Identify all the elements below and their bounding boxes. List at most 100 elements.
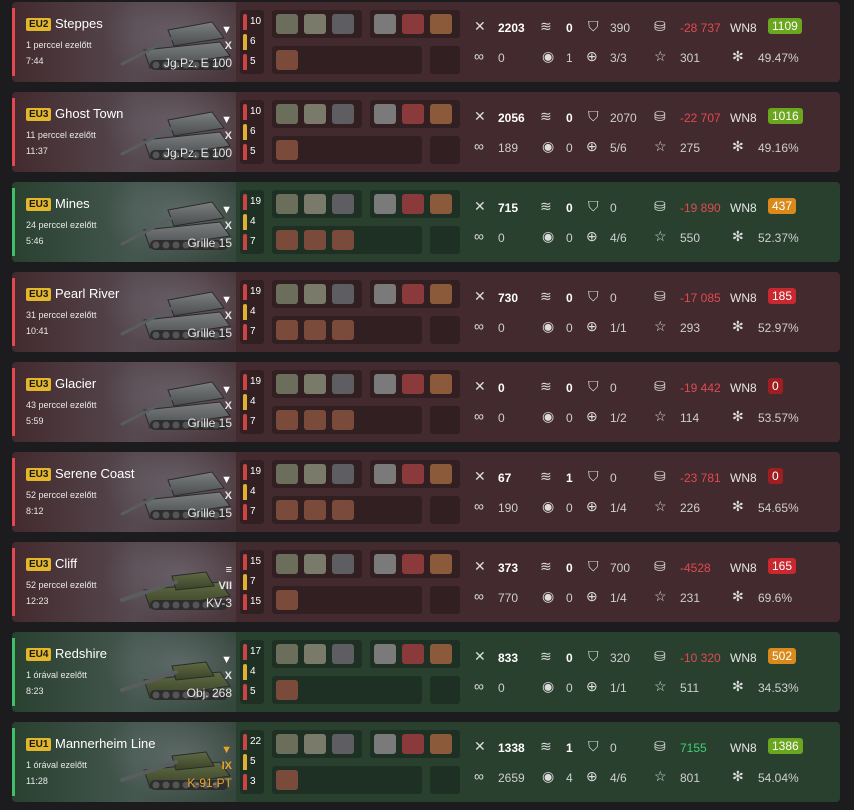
ammo-slot: 7: [242, 412, 264, 432]
tank-destroyed-icon: ≋: [540, 738, 552, 754]
wn8-badge: 437: [768, 198, 797, 214]
provisions-row: [272, 136, 422, 164]
damage-value: 833: [498, 651, 519, 665]
equipment-slot: [374, 554, 396, 574]
shell-icon: [243, 574, 247, 590]
map-name: Mines: [55, 196, 90, 211]
equipment-slot: [276, 464, 298, 484]
damage-value: 2203: [498, 21, 525, 35]
ammo-slot: 5: [242, 752, 264, 772]
shell-icon: [243, 14, 247, 30]
crosshair-icon: ⊕: [586, 678, 598, 694]
equipment-row: [272, 190, 362, 218]
equipment-slot: [304, 230, 326, 250]
shell-icon: [243, 414, 247, 430]
ammo-slot: 10: [242, 12, 264, 32]
credits-value: -23 781: [680, 471, 721, 485]
credits-icon: ⛁: [654, 198, 666, 214]
battle-duration: 8:12: [26, 506, 44, 516]
battle-duration: 11:28: [26, 776, 48, 786]
time-ago: 1 órával ezelőtt: [26, 670, 88, 680]
ammo-slot: 19: [242, 192, 264, 212]
shell-icon: [243, 34, 247, 50]
shell-icon: [243, 304, 247, 320]
battle-row[interactable]: EU3 Mines 24 perccel ezelőtt 5:46 ▼ X Grille 1…: [12, 182, 840, 262]
battle-row[interactable]: EU2 Steppes 1 perccel ezelőtt 7:44 ▼ X Jg.Pz. …: [12, 2, 840, 82]
blocked-value: 320: [610, 651, 631, 665]
hits-value: 1/1: [610, 321, 627, 335]
tank-name: Grille 15: [187, 326, 232, 340]
spotted-value: 0: [566, 681, 573, 695]
map-name: Mannerheim Line: [55, 736, 156, 751]
map-name: Glacier: [55, 376, 97, 391]
hits-value: 1/4: [610, 591, 627, 605]
map-panel: EU3 Serene Coast 52 perccel ezelőtt 8:12 ▼ X G…: [12, 452, 236, 532]
shell-count: 19: [250, 376, 262, 387]
shell-count: 4: [250, 216, 256, 227]
equipment-slot: [276, 680, 298, 700]
ammo-slot: 7: [242, 502, 264, 522]
tank-destroyed-icon: ≋: [540, 108, 552, 124]
battle-row[interactable]: EU3 Glacier 43 perccel ezelőtt 5:59 ▼ X Grille…: [12, 362, 840, 442]
ammo-slot: 17: [242, 642, 264, 662]
blocked-value: 0: [610, 381, 617, 395]
credits-value: -28 737: [680, 21, 721, 35]
battle-row[interactable]: EU3 Pearl River 31 perccel ezelőtt 10:41 ▼ X G…: [12, 272, 840, 352]
map-panel: EU3 Ghost Town 11 perccel ezelőtt 11:37 ▼ X Jg…: [12, 92, 236, 172]
time-ago: 1 perccel ezelőtt: [26, 40, 92, 50]
battle-row[interactable]: EU3 Serene Coast 52 perccel ezelőtt 8:12 ▼ X G…: [12, 452, 840, 532]
shell-count: 15: [250, 596, 262, 607]
spotted-value: 0: [566, 411, 573, 425]
shell-count: 7: [250, 506, 256, 517]
crossed-swords-icon: ✕: [474, 288, 486, 304]
ammo-column: 22 5 3: [240, 730, 264, 794]
battle-duration: 8:23: [26, 686, 44, 696]
battle-row[interactable]: EU1 Mannerheim Line 1 órával ezelőtt 11:28 ▼…: [12, 722, 840, 802]
shell-icon: [243, 124, 247, 140]
provisions-row: [272, 766, 422, 794]
time-ago: 24 perccel ezelőtt: [26, 220, 97, 230]
sparkle-icon: ✻: [732, 228, 744, 244]
spotted-value: 1: [566, 51, 573, 65]
battle-row[interactable]: EU3 Cliff 52 perccel ezelőtt 12:23 ≡ VII KV-3 1…: [12, 542, 840, 622]
battle-duration: 7:44: [26, 56, 44, 66]
equipment-slot: [304, 464, 326, 484]
sparkle-icon: ✻: [732, 138, 744, 154]
wn8-label: WN8: [730, 21, 757, 35]
winrate-value: 54.04%: [758, 771, 799, 785]
consumables-row: [370, 730, 460, 758]
winrate-value: 52.37%: [758, 231, 799, 245]
tank-tier: X: [224, 670, 232, 682]
equipment-row: [272, 730, 362, 758]
hits-value: 5/6: [610, 141, 627, 155]
equipment-slot: [304, 554, 326, 574]
shell-count: 22: [250, 736, 262, 747]
shell-count: 5: [250, 686, 256, 697]
provisions-row: [272, 226, 422, 254]
star-icon: ☆: [654, 138, 667, 154]
shield-icon: ⛉: [588, 288, 599, 304]
equipment-slot: [430, 104, 452, 124]
shell-icon: [243, 594, 247, 610]
hits-value: 1/1: [610, 681, 627, 695]
map-panel: EU3 Glacier 43 perccel ezelőtt 5:59 ▼ X Grille…: [12, 362, 236, 442]
equipment-slot: [276, 644, 298, 664]
ammo-slot: 4: [242, 302, 264, 322]
equipment-slot: [332, 374, 354, 394]
hits-value: 4/6: [610, 231, 627, 245]
sparkle-icon: ✻: [732, 408, 744, 424]
map-name: Serene Coast: [55, 466, 135, 481]
battle-row[interactable]: EU4 Redshire 1 órával ezelőtt 8:23 ▼ X Obj. 26…: [12, 632, 840, 712]
shell-icon: [243, 734, 247, 750]
frags-value: 1: [566, 471, 573, 485]
battle-duration: 5:46: [26, 236, 44, 246]
battle-row[interactable]: EU3 Ghost Town 11 perccel ezelőtt 11:37 ▼ X Jg…: [12, 92, 840, 172]
equipment-slot: [276, 140, 298, 160]
hits-value: 3/3: [610, 51, 627, 65]
frags-value: 0: [566, 651, 573, 665]
star-icon: ☆: [654, 768, 667, 784]
map-name: Cliff: [55, 556, 78, 571]
equipment-slot: [402, 194, 424, 214]
equipment-slot: [402, 104, 424, 124]
blocked-value: 2070: [610, 111, 637, 125]
